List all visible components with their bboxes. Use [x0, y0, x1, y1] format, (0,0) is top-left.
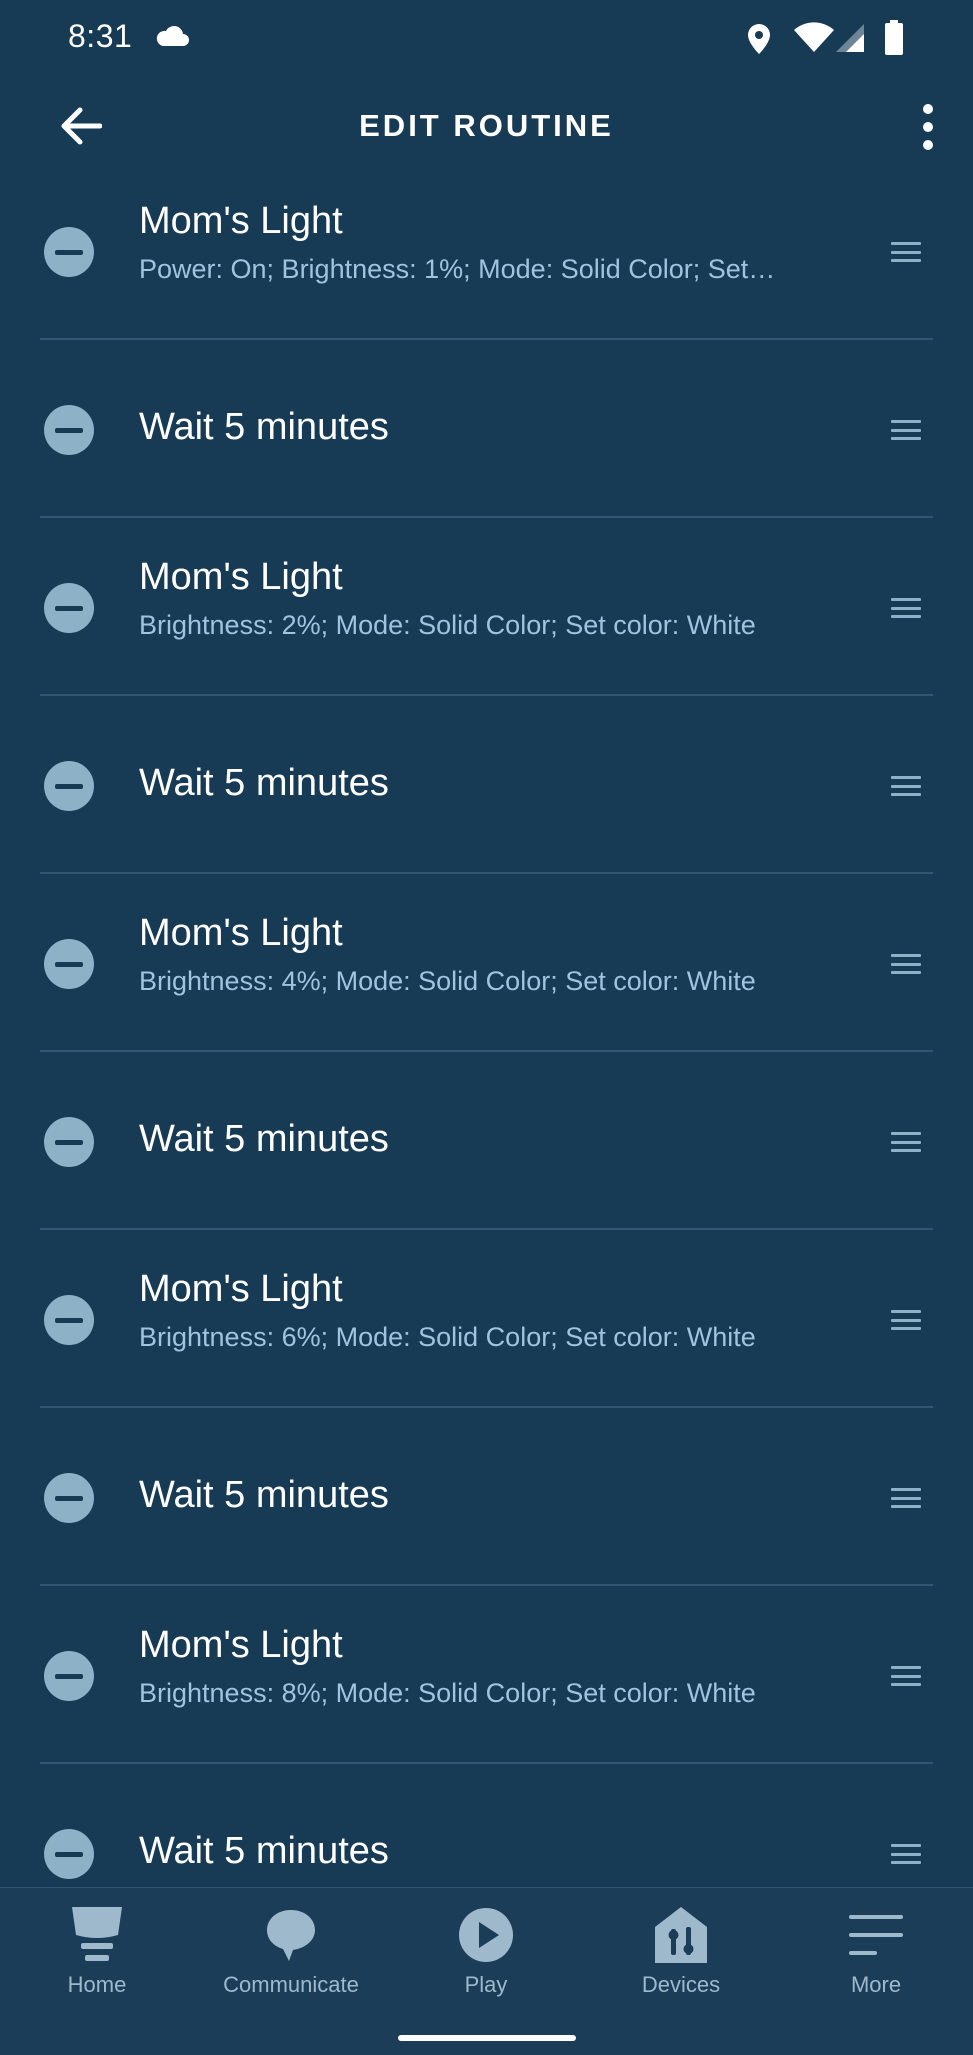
nav-label: Play	[464, 1972, 508, 1997]
nav-home[interactable]: Home	[12, 1906, 182, 2006]
devices-icon	[652, 1905, 710, 1970]
remove-step-button[interactable]	[44, 1651, 94, 1701]
remove-step-button[interactable]	[44, 761, 94, 811]
nav-devices[interactable]: Devices	[596, 1906, 766, 2006]
drag-handle-icon[interactable]	[891, 1310, 921, 1330]
drag-handle-icon[interactable]	[891, 242, 921, 262]
routine-step[interactable]: Mom's Light Brightness: 8%; Mode: Solid …	[0, 1586, 973, 1764]
nav-play[interactable]: Play	[401, 1906, 571, 2006]
step-title: Wait 5 minutes	[139, 1474, 389, 1516]
step-title: Mom's Light	[139, 556, 343, 598]
step-title: Mom's Light	[139, 1268, 343, 1310]
step-details: Brightness: 4%; Mode: Solid Color; Set c…	[139, 966, 756, 996]
routine-step[interactable]: Wait 5 minutes	[0, 340, 973, 518]
drag-handle-icon[interactable]	[891, 1844, 921, 1864]
app-bar: EDIT ROUTINE	[0, 78, 973, 180]
overflow-menu-button[interactable]	[903, 98, 953, 160]
home-indicator[interactable]	[398, 2035, 576, 2041]
step-details: Brightness: 6%; Mode: Solid Color; Set c…	[139, 1322, 756, 1352]
remove-step-button[interactable]	[44, 227, 94, 277]
step-details: Power: On; Brightness: 1%; Mode: Solid C…	[139, 254, 776, 284]
signal-icon	[836, 24, 866, 59]
hamburger-menu-icon	[847, 1913, 905, 1962]
routine-steps-list: Mom's Light Power: On; Brightness: 1%; M…	[0, 180, 973, 1888]
home-icon	[68, 1905, 126, 1970]
step-title: Mom's Light	[139, 912, 343, 954]
play-icon	[457, 1906, 515, 1969]
remove-step-button[interactable]	[44, 939, 94, 989]
nav-more[interactable]: More	[791, 1906, 961, 2006]
page-title: EDIT ROUTINE	[359, 108, 614, 143]
step-title: Wait 5 minutes	[139, 762, 389, 804]
drag-handle-icon[interactable]	[891, 776, 921, 796]
drag-handle-icon[interactable]	[891, 420, 921, 440]
speech-bubble-icon	[263, 1906, 319, 1969]
remove-step-button[interactable]	[44, 1829, 94, 1879]
step-details: Brightness: 2%; Mode: Solid Color; Set c…	[139, 610, 756, 640]
routine-step[interactable]: Wait 5 minutes	[0, 1408, 973, 1586]
step-title: Wait 5 minutes	[139, 1830, 389, 1872]
routine-step[interactable]: Mom's Light Power: On; Brightness: 1%; M…	[0, 180, 973, 340]
remove-step-button[interactable]	[44, 1117, 94, 1167]
routine-step[interactable]: Mom's Light Brightness: 2%; Mode: Solid …	[0, 518, 973, 696]
wifi-icon	[794, 22, 834, 59]
remove-step-button[interactable]	[44, 1473, 94, 1523]
nav-label: Communicate	[223, 1972, 359, 1997]
drag-handle-icon[interactable]	[891, 1666, 921, 1686]
drag-handle-icon[interactable]	[891, 1488, 921, 1508]
drag-handle-icon[interactable]	[891, 1132, 921, 1152]
step-title: Mom's Light	[139, 1624, 343, 1666]
battery-icon	[884, 20, 904, 61]
nav-label: Home	[67, 1972, 127, 1997]
remove-step-button[interactable]	[44, 405, 94, 455]
routine-step[interactable]: Mom's Light Brightness: 4%; Mode: Solid …	[0, 874, 973, 1052]
step-details: Brightness: 8%; Mode: Solid Color; Set c…	[139, 1678, 756, 1708]
remove-step-button[interactable]	[44, 583, 94, 633]
drag-handle-icon[interactable]	[891, 598, 921, 618]
step-title: Wait 5 minutes	[139, 406, 389, 448]
step-title: Wait 5 minutes	[139, 1118, 389, 1160]
step-title: Mom's Light	[139, 200, 343, 242]
nav-label: More	[850, 1972, 902, 1997]
nav-communicate[interactable]: Communicate	[206, 1906, 376, 2006]
status-time: 8:31	[68, 18, 133, 54]
remove-step-button[interactable]	[44, 1295, 94, 1345]
bottom-navigation: Home Communicate Play Devices More	[0, 1887, 973, 2055]
location-icon	[744, 22, 774, 61]
drag-handle-icon[interactable]	[891, 954, 921, 974]
status-bar: 8:31	[0, 0, 973, 78]
routine-step[interactable]: Wait 5 minutes	[0, 696, 973, 874]
routine-step[interactable]: Wait 5 minutes	[0, 1764, 973, 1888]
nav-label: Devices	[641, 1972, 721, 1997]
cloud-icon	[154, 24, 190, 53]
routine-step[interactable]: Wait 5 minutes	[0, 1052, 973, 1230]
routine-step[interactable]: Mom's Light Brightness: 6%; Mode: Solid …	[0, 1230, 973, 1408]
more-vertical-icon	[922, 103, 934, 155]
